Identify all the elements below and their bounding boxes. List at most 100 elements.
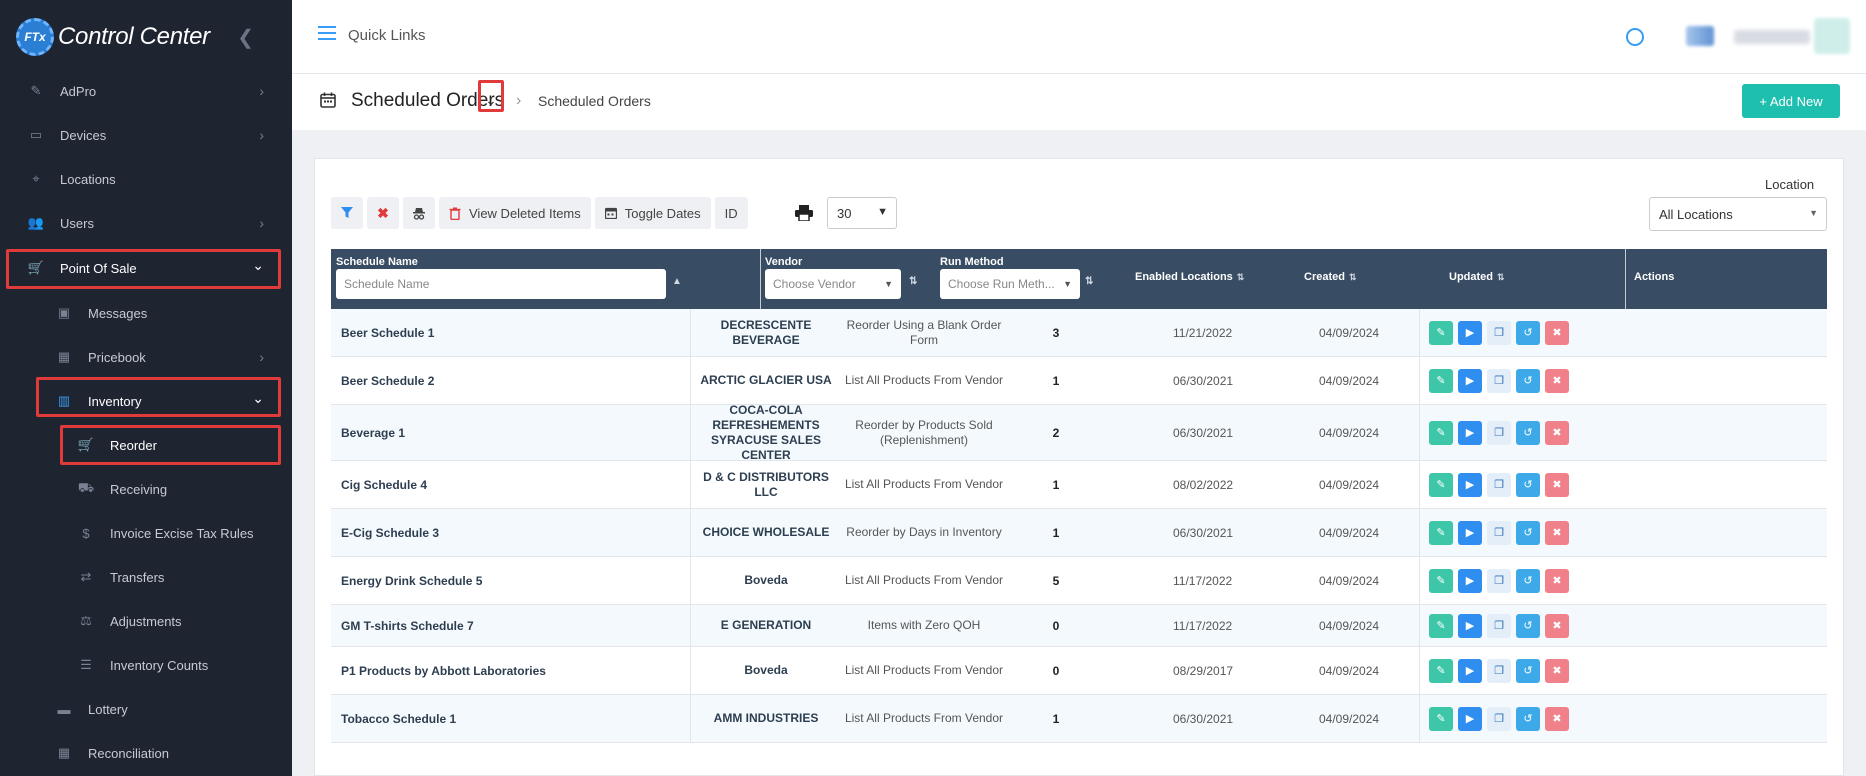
copy-button[interactable]: ❐ bbox=[1487, 613, 1511, 638]
column-divider bbox=[690, 357, 691, 404]
sidebar-item-messages[interactable]: ▣ Messages bbox=[0, 293, 292, 333]
table-row[interactable]: Beer Schedule 2 ARCTIC GLACIER USA List Al… bbox=[331, 357, 1827, 405]
run-button[interactable]: ▶ bbox=[1458, 320, 1482, 345]
edit-button[interactable]: ✎ bbox=[1429, 706, 1453, 731]
column-created[interactable]: Created ⇅ bbox=[1299, 249, 1399, 309]
toggle-dates-button[interactable]: Toggle Dates bbox=[594, 197, 711, 229]
copy-button[interactable]: ❐ bbox=[1487, 658, 1511, 683]
breadcrumb[interactable]: Scheduled Orders bbox=[538, 93, 651, 109]
table-row[interactable]: P1 Products by Abbott Laboratories Boveda… bbox=[331, 647, 1827, 695]
sidebar-item-locations[interactable]: ⌖ Locations bbox=[0, 159, 292, 199]
sidebar-item-lottery[interactable]: ▬ Lottery bbox=[0, 689, 292, 729]
run-button[interactable]: ▶ bbox=[1458, 613, 1482, 638]
sidebar-item-reorder[interactable]: 🛒 Reorder bbox=[0, 425, 292, 465]
run-method-filter-select[interactable]: Choose Run Meth... ▼ bbox=[940, 269, 1080, 299]
run-button[interactable]: ▶ bbox=[1458, 568, 1482, 593]
edit-button[interactable]: ✎ bbox=[1429, 613, 1453, 638]
page-size-select[interactable]: 30 ▼ bbox=[827, 197, 897, 229]
table-row[interactable]: E-Cig Schedule 3 CHOICE WHOLESALE Reorder … bbox=[331, 509, 1827, 557]
search-icon[interactable] bbox=[1626, 28, 1644, 46]
copy-button[interactable]: ❐ bbox=[1487, 368, 1511, 393]
add-new-button[interactable]: + Add New bbox=[1742, 84, 1840, 118]
view-deleted-items-button[interactable]: View Deleted Items bbox=[439, 197, 591, 229]
blurred-user-name[interactable] bbox=[1734, 30, 1810, 44]
history-button[interactable]: ↺ bbox=[1516, 368, 1540, 393]
table-row[interactable]: GM T-shirts Schedule 7 E GENERATION Items … bbox=[331, 605, 1827, 647]
print-icon[interactable] bbox=[795, 205, 813, 221]
history-button[interactable]: ↺ bbox=[1516, 706, 1540, 731]
sidebar-item-pricebook[interactable]: ▦ Pricebook › bbox=[0, 337, 292, 377]
copy-button[interactable]: ❐ bbox=[1487, 568, 1511, 593]
hamburger-menu-icon[interactable] bbox=[318, 26, 336, 40]
quick-links[interactable]: Quick Links bbox=[348, 27, 426, 44]
delete-button[interactable]: ✖ bbox=[1545, 658, 1569, 683]
edit-button[interactable]: ✎ bbox=[1429, 368, 1453, 393]
edit-button[interactable]: ✎ bbox=[1429, 568, 1453, 593]
sort-icon[interactable]: ⇅ bbox=[1085, 276, 1093, 287]
edit-button[interactable]: ✎ bbox=[1429, 420, 1453, 445]
id-toggle-button[interactable]: ID bbox=[714, 197, 748, 229]
sidebar-item-adjustments[interactable]: ⚖ Adjustments bbox=[0, 601, 292, 641]
history-button[interactable]: ↺ bbox=[1516, 568, 1540, 593]
edit-button[interactable]: ✎ bbox=[1429, 472, 1453, 497]
column-updated[interactable]: Updated ⇅ bbox=[1444, 249, 1544, 309]
delete-button[interactable]: ✖ bbox=[1545, 613, 1569, 638]
blurred-store-icon[interactable] bbox=[1686, 26, 1714, 46]
run-button[interactable]: ▶ bbox=[1458, 706, 1482, 731]
table-row[interactable]: Energy Drink Schedule 5 Boveda List All Pr… bbox=[331, 557, 1827, 605]
run-button[interactable]: ▶ bbox=[1458, 520, 1482, 545]
edit-button[interactable]: ✎ bbox=[1429, 320, 1453, 345]
sidebar-item-users[interactable]: 👥 Users › bbox=[0, 203, 292, 243]
filter-button[interactable] bbox=[331, 197, 363, 229]
history-button[interactable]: ↺ bbox=[1516, 613, 1540, 638]
history-button[interactable]: ↺ bbox=[1516, 472, 1540, 497]
location-select[interactable]: All Locations ▼ bbox=[1649, 197, 1827, 231]
copy-button[interactable]: ❐ bbox=[1487, 420, 1511, 445]
sort-icon[interactable]: ▲ bbox=[672, 276, 682, 287]
run-button[interactable]: ▶ bbox=[1458, 658, 1482, 683]
edit-button[interactable]: ✎ bbox=[1429, 520, 1453, 545]
copy-button[interactable]: ❐ bbox=[1487, 320, 1511, 345]
sidebar-item-devices[interactable]: ▭ Devices › bbox=[0, 115, 292, 155]
copy-button[interactable]: ❐ bbox=[1487, 706, 1511, 731]
copy-button[interactable]: ❐ bbox=[1487, 520, 1511, 545]
page-title-dropdown-button[interactable]: ⌄ bbox=[480, 88, 502, 112]
schedule-name-cell: Energy Drink Schedule 5 bbox=[341, 573, 483, 588]
history-button[interactable]: ↺ bbox=[1516, 320, 1540, 345]
sidebar-item-receiving[interactable]: ⛟ Receiving bbox=[0, 469, 292, 509]
sidebar-item-inventory-counts[interactable]: ☰ Inventory Counts bbox=[0, 645, 292, 685]
table-row[interactable]: Cig Schedule 4 D & C DISTRIBUTORS LLC List… bbox=[331, 461, 1827, 509]
spy-button[interactable] bbox=[403, 197, 435, 229]
edit-button[interactable]: ✎ bbox=[1429, 658, 1453, 683]
delete-button[interactable]: ✖ bbox=[1545, 520, 1569, 545]
delete-button[interactable]: ✖ bbox=[1545, 420, 1569, 445]
sort-icon[interactable]: ⇅ bbox=[909, 276, 917, 287]
vendor-filter-select[interactable]: Choose Vendor ▼ bbox=[765, 269, 901, 299]
table-row[interactable]: Beverage 1 COCA-COLA REFRESHEMENTS SYRACU… bbox=[331, 403, 1827, 462]
table-row[interactable]: Beer Schedule 1 DECRESCENTE BEVERAGE Reord… bbox=[331, 309, 1827, 357]
run-button[interactable]: ▶ bbox=[1458, 472, 1482, 497]
delete-button[interactable]: ✖ bbox=[1545, 368, 1569, 393]
history-button[interactable]: ↺ bbox=[1516, 658, 1540, 683]
delete-button[interactable]: ✖ bbox=[1545, 568, 1569, 593]
delete-button[interactable]: ✖ bbox=[1545, 706, 1569, 731]
run-button[interactable]: ▶ bbox=[1458, 368, 1482, 393]
sidebar-item-adpro[interactable]: ✎ AdPro › bbox=[0, 71, 292, 111]
sidebar-item-transfers[interactable]: ⇄ Transfers bbox=[0, 557, 292, 597]
history-button[interactable]: ↺ bbox=[1516, 420, 1540, 445]
clear-filters-button[interactable]: ✖ bbox=[367, 197, 399, 229]
delete-button[interactable]: ✖ bbox=[1545, 472, 1569, 497]
delete-button[interactable]: ✖ bbox=[1545, 320, 1569, 345]
sidebar-item-inventory[interactable]: ▥ Inventory ⌄ bbox=[0, 381, 292, 421]
schedule-name-filter-input[interactable]: Schedule Name bbox=[336, 269, 666, 299]
sidebar-item-invoice-excise-tax-rules[interactable]: $ Invoice Excise Tax Rules bbox=[0, 513, 292, 553]
table-row[interactable]: Tobacco Schedule 1 AMM INDUSTRIES List All… bbox=[331, 695, 1827, 743]
run-button[interactable]: ▶ bbox=[1458, 420, 1482, 445]
column-enabled-locations[interactable]: Enabled Locations ⇅ bbox=[1130, 249, 1270, 309]
copy-button[interactable]: ❐ bbox=[1487, 472, 1511, 497]
avatar[interactable] bbox=[1814, 18, 1850, 54]
history-button[interactable]: ↺ bbox=[1516, 520, 1540, 545]
collapse-sidebar-icon[interactable]: ❮ bbox=[237, 25, 254, 50]
sidebar-item-reconciliation[interactable]: ▦ Reconciliation bbox=[0, 733, 292, 773]
sidebar-item-point-of-sale[interactable]: 🛒 Point Of Sale ⌄ bbox=[0, 248, 292, 288]
